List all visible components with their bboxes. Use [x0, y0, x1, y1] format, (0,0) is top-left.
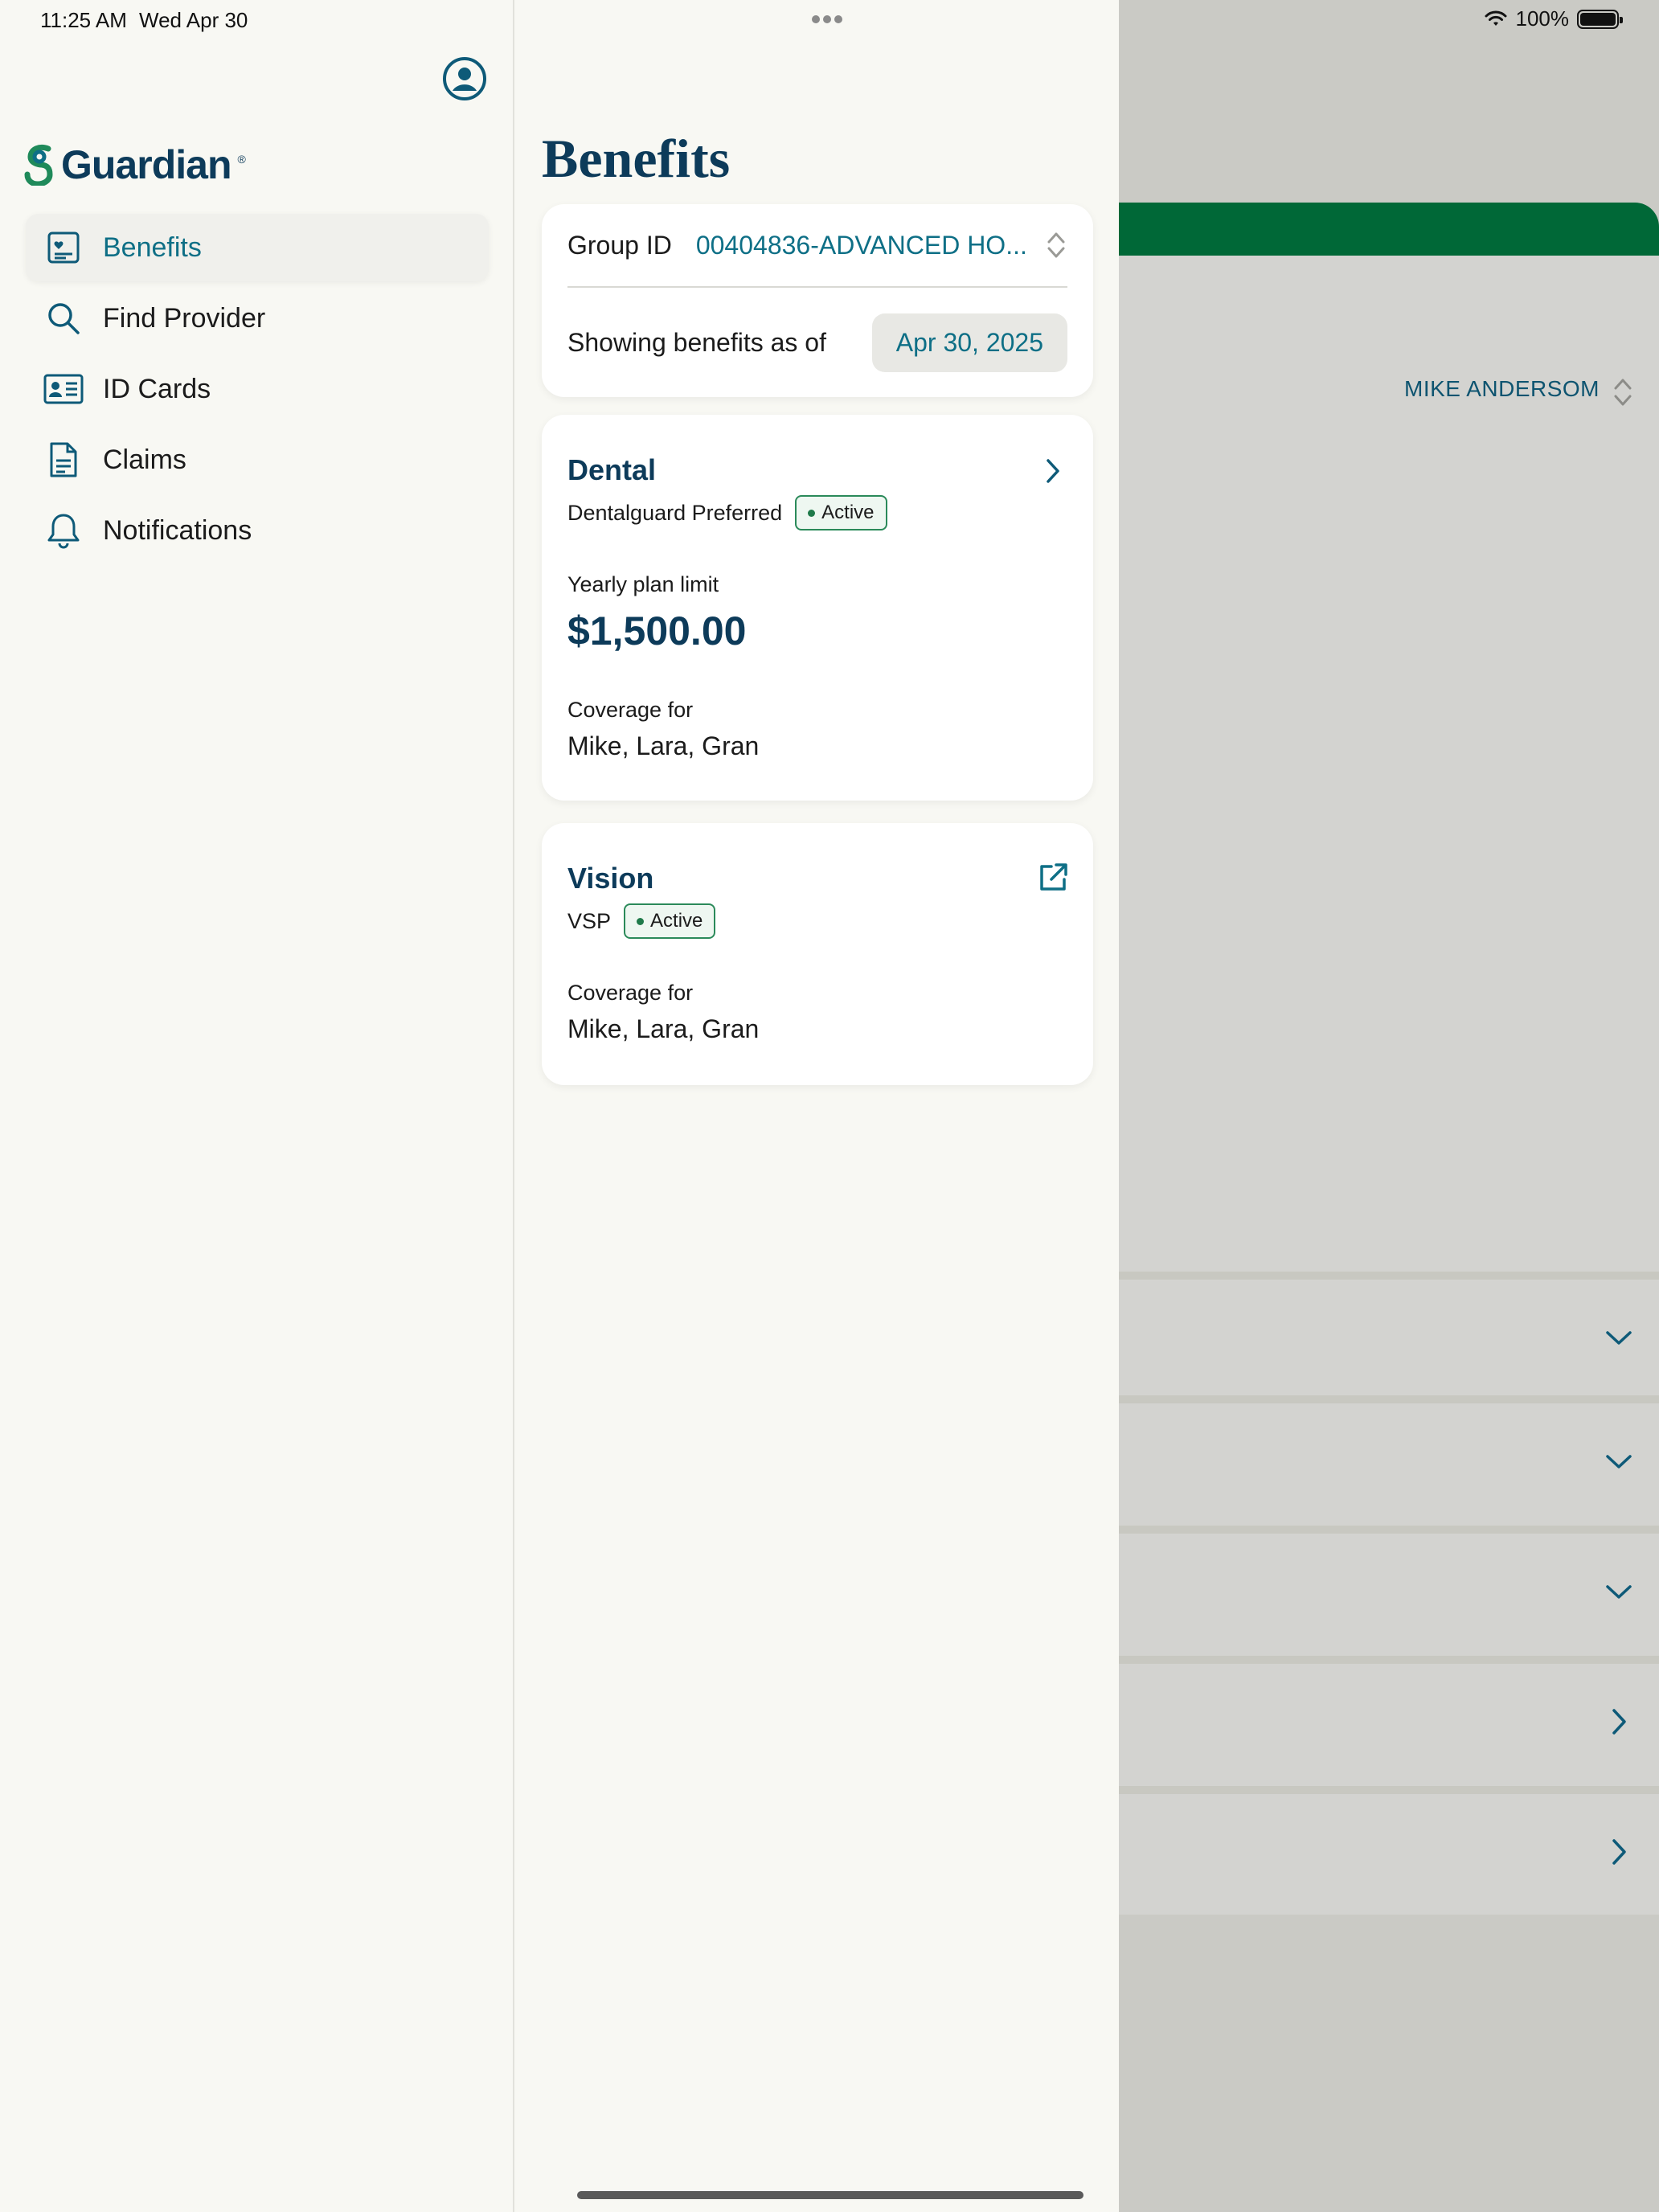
sidebar-item-label: Find Provider	[103, 302, 266, 334]
battery-percent: 100%	[1515, 6, 1570, 31]
yearly-limit-label: Yearly plan limit	[567, 572, 719, 596]
sidebar-item-label: Notifications	[103, 514, 252, 546]
chevron-down-icon	[1606, 1455, 1632, 1469]
collapsed-section-row[interactable]	[1119, 1526, 1659, 1645]
guardian-logo-icon	[24, 144, 53, 186]
vision-card[interactable]: Vision VSP Active Coverage for Mike, Lar…	[542, 823, 1093, 1085]
dental-card[interactable]: Dental Dentalguard Preferred Active Year…	[542, 415, 1093, 801]
document-icon	[42, 438, 85, 481]
date-picker-button[interactable]: Apr 30, 2025	[871, 313, 1067, 372]
benefits-date-row: Showing benefits as of Apr 30, 2025	[567, 288, 1067, 397]
status-indicators: 100%	[1484, 6, 1623, 31]
vision-plan-name: VSP	[567, 908, 612, 933]
chevron-up-down-icon	[1047, 232, 1065, 258]
sidebar-item-claims[interactable]: Claims	[26, 426, 489, 494]
chevron-right-icon	[1612, 1709, 1626, 1735]
sidebar-nav: Benefits Find Provider ID Cards Claims N…	[26, 214, 489, 567]
wifi-icon	[1485, 10, 1506, 26]
sidebar-item-notifications[interactable]: Notifications	[26, 497, 489, 564]
sidebar-item-id-cards[interactable]: ID Cards	[26, 355, 489, 423]
collapsed-section-row[interactable]	[1119, 1395, 1659, 1514]
collapsed-section-row[interactable]	[1119, 1272, 1659, 1391]
group-card: Group ID 00404836-ADVANCED HO... Showing…	[542, 204, 1093, 397]
sidebar-item-label: Claims	[103, 444, 186, 475]
logo-text: Guardian	[61, 142, 231, 187]
search-icon	[42, 297, 85, 340]
navigation-row[interactable]	[1119, 1786, 1659, 1905]
coverage-label: Coverage for	[567, 981, 694, 1005]
coverage-names: Mike, Lara, Gran	[567, 731, 760, 760]
chevron-right-icon	[1612, 1839, 1626, 1865]
multitasking-dots-icon[interactable]	[812, 13, 847, 23]
battery-icon	[1577, 9, 1623, 29]
sidebar-item-label: ID Cards	[103, 373, 211, 404]
chevron-right-icon[interactable]	[1035, 453, 1071, 489]
coverage-label: Coverage for	[567, 698, 694, 722]
dental-plan-name: Dentalguard Preferred	[567, 500, 783, 525]
yearly-limit-amount: $1,500.00	[567, 608, 747, 653]
status-badge-text: Active	[650, 910, 703, 932]
member-selector[interactable]: MIKE ANDERSOM	[1404, 376, 1600, 402]
status-bar: 11:25 AM Wed Apr 30 100%	[0, 0, 1659, 39]
status-date: Wed Apr 30	[139, 8, 248, 32]
status-badge: Active	[795, 495, 887, 530]
user-profile-icon	[443, 57, 486, 100]
bell-icon	[42, 509, 85, 552]
benefits-panel: Benefits Group ID 00404836-ADVANCED HO..…	[516, 0, 1119, 2212]
chevron-down-icon	[1606, 1331, 1632, 1345]
group-id-value: 00404836-ADVANCED HO...	[695, 230, 1027, 260]
group-id-label: Group ID	[567, 230, 672, 260]
status-badge-text: Active	[821, 502, 875, 523]
vision-plan-row: VSP Active	[567, 903, 716, 939]
page-title: Benefits	[542, 128, 731, 189]
background-detail-panel: MIKE ANDERSOM	[1119, 0, 1659, 2212]
coverage-names: Mike, Lara, Gran	[567, 1014, 760, 1043]
navigation-row[interactable]	[1119, 1656, 1659, 1775]
dental-plan-row: Dentalguard Preferred Active	[567, 495, 887, 530]
status-dot-icon	[637, 917, 645, 925]
benefits-date-label: Showing benefits as of	[567, 327, 826, 357]
dental-title: Dental	[567, 453, 657, 486]
home-indicator[interactable]	[577, 2191, 1083, 2199]
guardian-logo: Guardian ®	[24, 141, 246, 188]
vision-title: Vision	[567, 862, 654, 895]
green-header-bar	[1119, 203, 1659, 256]
sidebar-item-find-provider[interactable]: Find Provider	[26, 285, 489, 352]
chevron-up-down-icon[interactable]	[1611, 375, 1635, 410]
profile-button[interactable]	[442, 56, 487, 101]
chevron-down-icon	[1606, 1585, 1632, 1599]
id-card-icon	[42, 367, 85, 411]
benefits-icon	[42, 226, 85, 269]
external-link-icon[interactable]	[1035, 860, 1071, 895]
sidebar-item-label: Benefits	[103, 231, 202, 263]
sidebar: Guardian ® Benefits Find Provider ID Car…	[0, 0, 514, 2212]
status-time: 11:25 AM	[40, 8, 127, 32]
trademark-mark: ®	[237, 153, 246, 166]
status-badge: Active	[624, 903, 716, 939]
group-id-selector[interactable]: Group ID 00404836-ADVANCED HO...	[567, 204, 1067, 288]
status-dot-icon	[808, 509, 816, 517]
sidebar-item-benefits[interactable]: Benefits	[26, 214, 489, 281]
